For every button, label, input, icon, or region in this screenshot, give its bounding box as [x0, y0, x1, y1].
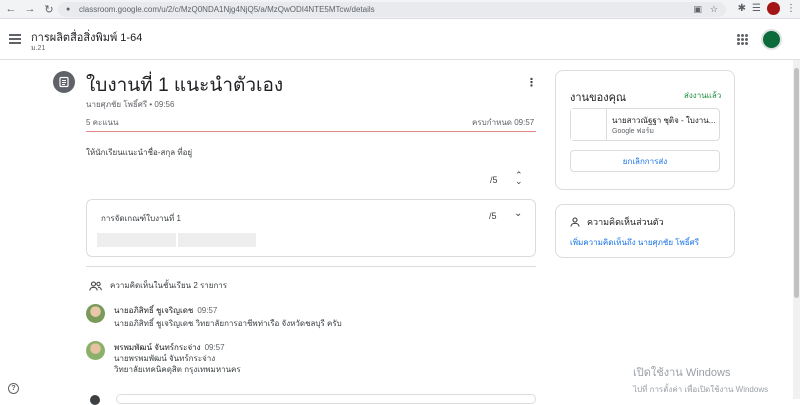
translate-icon[interactable]: ▣ — [693, 4, 702, 15]
your-work-title: งานของคุณ — [570, 92, 627, 104]
assignment-instructions: ให้นักเรียนแนะนำชื่อ-สกุล ที่อยู่ — [86, 148, 193, 157]
private-comments-card: ความคิดเห็นส่วนตัว เพิ่มความคิดเห็นถึง น… — [555, 204, 735, 258]
rubric-title: การจัดเกณฑ์ใบงานที่ 1 — [101, 214, 181, 223]
chevron-down-icon[interactable]: ⌄ — [514, 208, 522, 219]
account-avatar[interactable] — [761, 29, 782, 50]
assignment-author: นายศุภชัย โพธิ์ศรี • 09:56 — [86, 100, 175, 109]
browser-menu-icon[interactable]: ⋮ — [786, 3, 796, 14]
private-comments-title: ความคิดเห็นส่วนตัว — [587, 217, 664, 227]
person-icon — [570, 217, 580, 227]
extensions-icon[interactable]: ✱ — [738, 3, 746, 14]
address-bar[interactable]: ● classroom.google.com/u/2/c/MzQ0NDA1Njg… — [58, 2, 726, 17]
divider — [86, 266, 536, 267]
class-section: ม.21 — [31, 45, 46, 52]
class-comments-count: ความคิดเห็นในชั้นเรียน 2 รายการ — [110, 281, 228, 290]
assignment-due: ครบกำหนด 09:57 — [472, 118, 535, 127]
user-avatar — [90, 395, 100, 405]
status-badge: ส่งงานแล้ว — [684, 91, 722, 100]
rubric-criterion-placeholder — [97, 233, 176, 247]
grade-value: /5 — [490, 175, 498, 185]
divider — [86, 131, 536, 132]
more-options-icon[interactable]: ⋮ — [526, 76, 537, 89]
assignment-icon — [53, 71, 75, 93]
lock-icon: ● — [66, 5, 71, 13]
rubric-card[interactable]: การจัดเกณฑ์ใบงานที่ 1 /5 ⌄ — [86, 199, 536, 257]
add-class-comment-input[interactable] — [116, 394, 536, 404]
browser-profile-avatar[interactable] — [767, 2, 780, 15]
star-icon[interactable]: ☆ — [710, 4, 718, 15]
watermark-subtitle: ไปที่ การตั้งค่า เพื่อเปิดใช้งาน Windows — [633, 385, 769, 394]
forward-icon[interactable]: → — [22, 1, 38, 17]
unsubmit-button[interactable]: ยกเลิกการส่ง — [570, 150, 720, 172]
url-text: classroom.google.com/u/2/c/MzQ0NDA1Njg4N… — [79, 5, 375, 14]
scrollbar[interactable] — [793, 60, 800, 399]
app-header: การผลิตสื่อสิ่งพิมพ์ 1-64 ม.21 — [0, 20, 800, 60]
assignment-points: 5 คะแนน — [86, 118, 119, 127]
reading-list-icon[interactable]: ☰ — [752, 3, 761, 14]
add-private-comment-link[interactable]: เพิ่มความคิดเห็นถึง นายศุภชัย โพธิ์ศรี — [570, 236, 699, 249]
rubric-criterion-placeholder — [178, 233, 256, 247]
windows-activation-watermark: เปิดใช้งาน Windows ไปที่ การตั้งค่า เพื่… — [633, 363, 768, 396]
scrollbar-thumb[interactable] — [794, 68, 799, 298]
attachment-thumbnail — [571, 109, 607, 140]
expand-collapse-icon[interactable]: ⌃ ⌄ — [515, 171, 523, 186]
watermark-title: เปิดใช้งาน Windows — [633, 367, 731, 379]
help-icon[interactable]: ? — [8, 383, 19, 394]
your-work-card: งานของคุณ ส่งงานแล้ว นายสาวณัฐฐา ชุติจ -… — [555, 70, 735, 190]
assignment-title: ใบงานที่ 1 แนะนำตัวเอง — [86, 75, 284, 96]
commenter-avatar — [86, 304, 105, 323]
browser-toolbar: ← → ↻ ● classroom.google.com/u/2/c/MzQ0N… — [0, 0, 800, 19]
comment-text: วิทยาลัยเทคนิคดุสิต กรุงเทพมหานคร — [114, 365, 241, 374]
comment-time: 09:57 — [204, 343, 225, 352]
commenter-name: พรพมพัฒน์ จันทร์กระจ่าง — [114, 343, 201, 352]
rubric-grade: /5 — [489, 211, 497, 221]
people-icon — [89, 280, 102, 291]
google-apps-icon[interactable] — [737, 34, 748, 45]
comment-text: นายอภิสิทธิ์ ชูเจริญเดช วิทยาลัยการอาชีพ… — [114, 319, 342, 328]
reload-icon[interactable]: ↻ — [41, 1, 57, 17]
commenter-name: นายอภิสิทธิ์ ชูเจริญเดช — [114, 306, 194, 315]
attachment-type: Google ฟอร์ม — [612, 128, 655, 135]
commenter-avatar — [86, 341, 105, 360]
menu-icon[interactable] — [9, 34, 21, 44]
attachment-card[interactable]: นายสาวณัฐฐา ชุติจ - ใบงาน... Google ฟอร์… — [570, 108, 720, 141]
class-title[interactable]: การผลิตสื่อสิ่งพิมพ์ 1-64 — [31, 28, 142, 46]
comment-time: 09:57 — [197, 306, 218, 315]
class-comments-header[interactable]: ความคิดเห็นในชั้นเรียน 2 รายการ — [89, 279, 227, 292]
back-icon[interactable]: ← — [3, 1, 19, 17]
